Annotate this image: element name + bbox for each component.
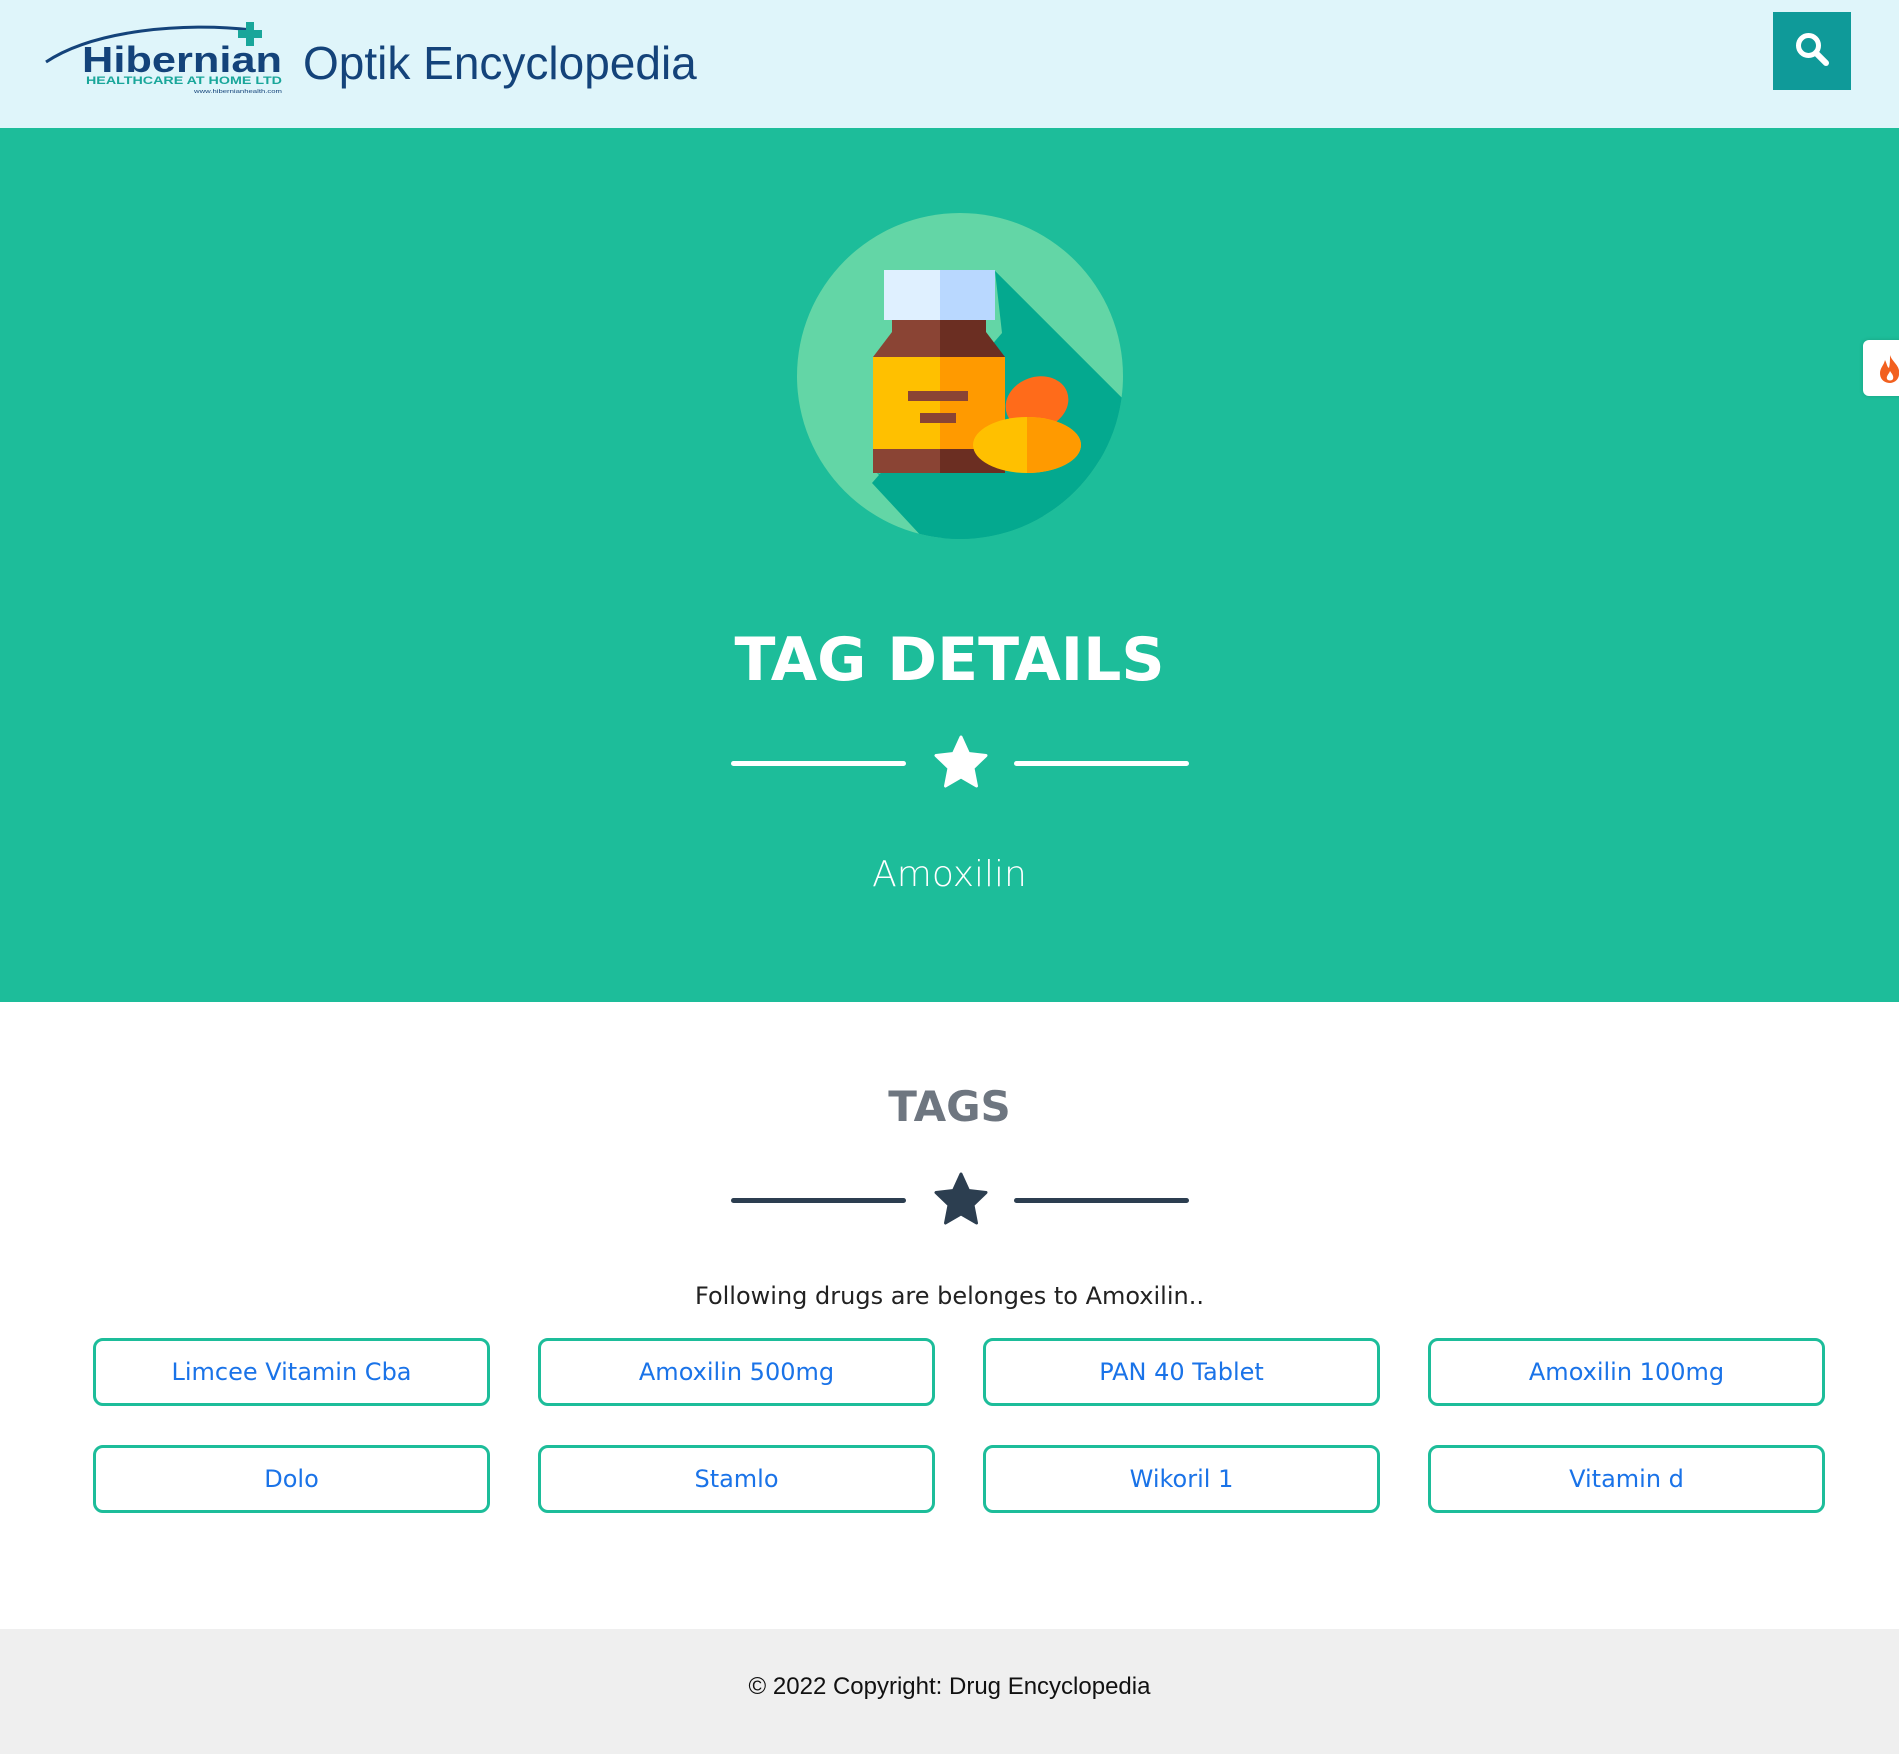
site-header: Hibernian HEALTHCARE AT HOME LTD www.hib… bbox=[0, 0, 1899, 128]
tags-title: TAGS bbox=[888, 1082, 1011, 1131]
tag-button[interactable]: Limcee Vitamin Cba bbox=[93, 1338, 490, 1406]
tag-button[interactable]: Amoxilin 100mg bbox=[1428, 1338, 1825, 1406]
copyright-text: © 2022 Copyright: Drug Encyclopedia bbox=[748, 1673, 1151, 1700]
medicine-bottle-icon bbox=[797, 213, 1123, 539]
tags-divider bbox=[731, 1170, 1189, 1230]
site-footer: © 2022 Copyright: Drug Encyclopedia bbox=[0, 1629, 1899, 1754]
side-flame-tab[interactable] bbox=[1863, 340, 1899, 396]
tags-description: Following drugs are belonges to Amoxilin… bbox=[695, 1282, 1204, 1310]
hero-subtitle: Amoxilin bbox=[872, 854, 1027, 895]
tag-button[interactable]: Wikoril 1 bbox=[983, 1445, 1380, 1513]
logo-url: www.hibernianhealth.com bbox=[194, 89, 282, 95]
divider-line bbox=[731, 1198, 906, 1203]
hero-title: TAG DETAILS bbox=[734, 625, 1165, 695]
divider-line bbox=[731, 761, 906, 766]
divider-line bbox=[1014, 1198, 1189, 1203]
logo-name: Hibernian bbox=[82, 39, 282, 80]
tag-button[interactable]: Stamlo bbox=[538, 1445, 935, 1513]
divider-line bbox=[1014, 761, 1189, 766]
tag-button[interactable]: PAN 40 Tablet bbox=[983, 1338, 1380, 1406]
hero-divider bbox=[731, 733, 1189, 793]
star-icon bbox=[933, 735, 989, 791]
hibernian-logo[interactable]: Hibernian HEALTHCARE AT HOME LTD www.hib… bbox=[44, 18, 286, 98]
search-icon bbox=[1794, 31, 1830, 72]
tag-button[interactable]: Amoxilin 500mg bbox=[538, 1338, 935, 1406]
search-button[interactable] bbox=[1773, 12, 1851, 90]
site-title[interactable]: Optik Encyclopedia bbox=[303, 36, 697, 90]
hero-banner: TAG DETAILS Amoxilin bbox=[0, 128, 1899, 1002]
tag-button[interactable]: Dolo bbox=[93, 1445, 490, 1513]
logo-tagline: HEALTHCARE AT HOME LTD bbox=[86, 75, 282, 87]
star-icon bbox=[933, 1172, 989, 1228]
tag-list: Limcee Vitamin Cba Amoxilin 500mg PAN 40… bbox=[93, 1338, 1827, 1513]
tag-button[interactable]: Vitamin d bbox=[1428, 1445, 1825, 1513]
